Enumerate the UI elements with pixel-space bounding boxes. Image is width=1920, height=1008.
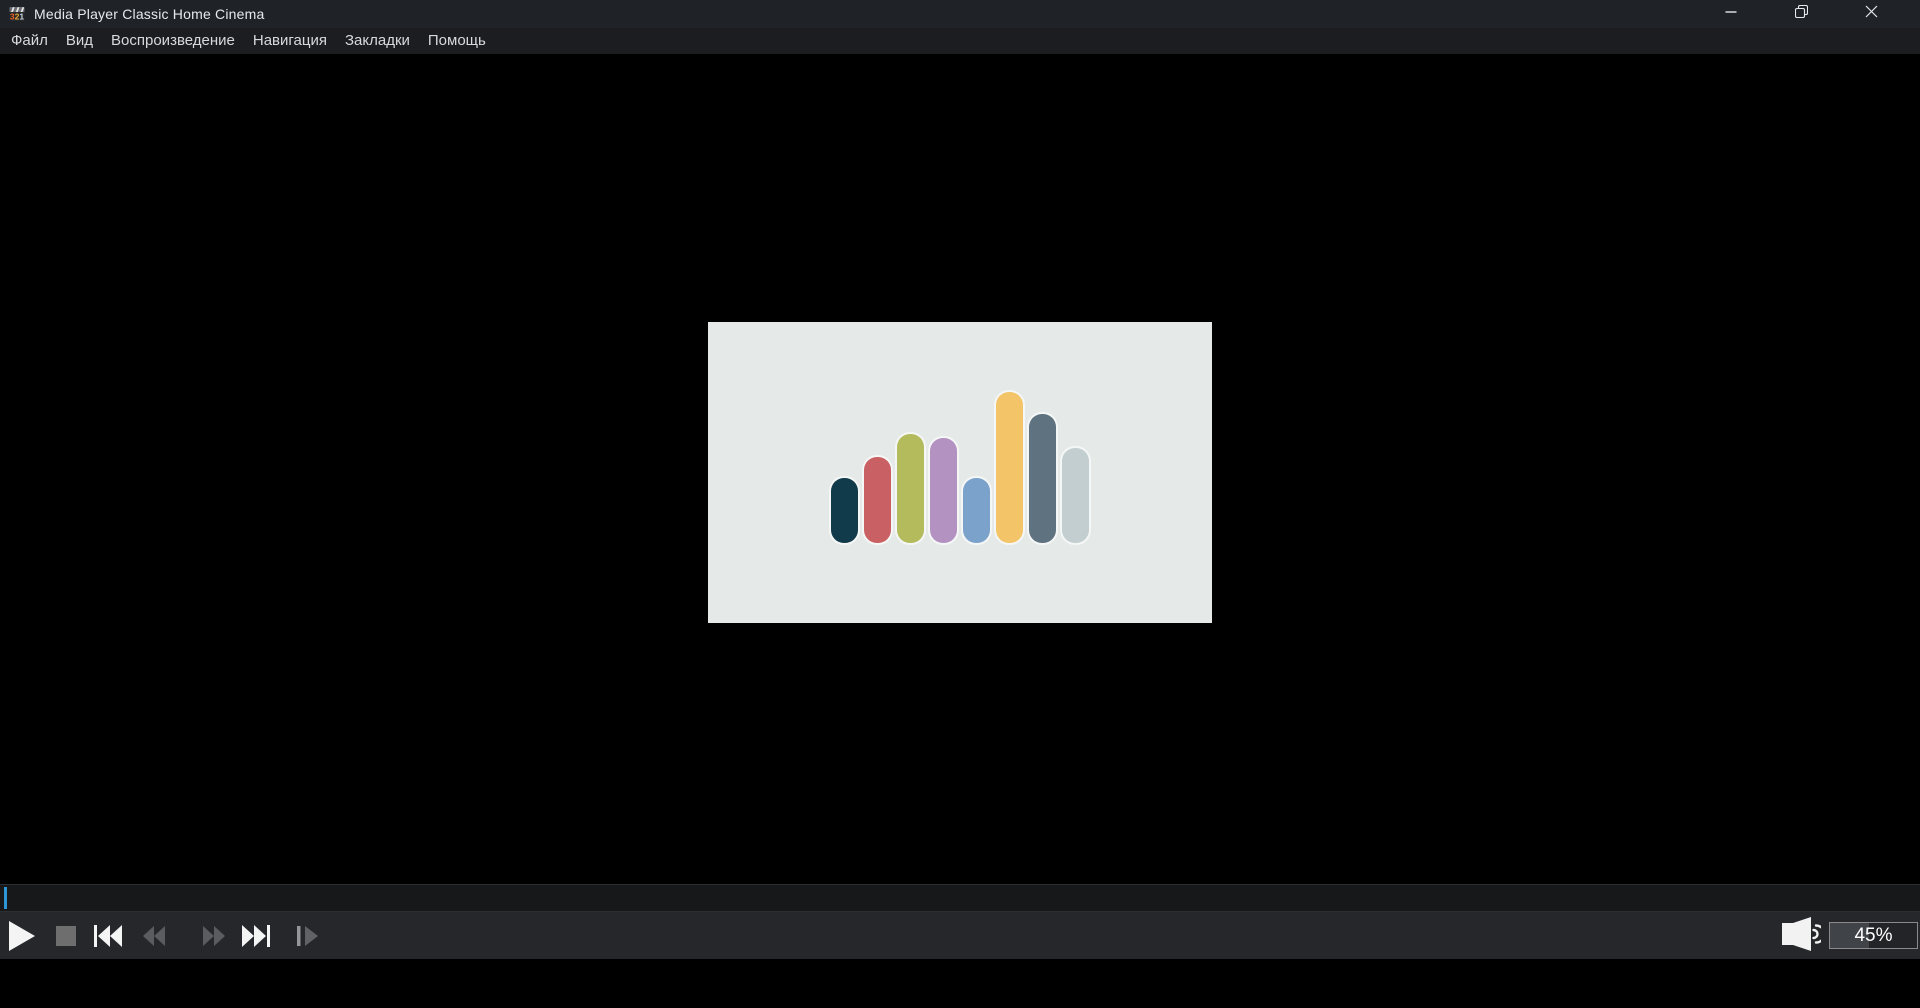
skip-previous-button[interactable] bbox=[94, 925, 122, 947]
svg-text:321: 321 bbox=[10, 12, 24, 22]
play-button[interactable] bbox=[9, 921, 35, 951]
title-bar: 321 Media Player Classic Home Cinema bbox=[0, 0, 1920, 28]
close-icon bbox=[1865, 5, 1878, 23]
menu-item-play[interactable]: Воспроизведение bbox=[102, 28, 244, 54]
frame-step-button[interactable] bbox=[297, 926, 318, 946]
minimize-button[interactable] bbox=[1708, 0, 1754, 28]
restore-button[interactable] bbox=[1778, 0, 1824, 28]
media-bar-dark-teal bbox=[831, 478, 858, 543]
rewind-button[interactable] bbox=[143, 926, 166, 946]
media-bar-olive bbox=[897, 434, 924, 543]
minimize-icon bbox=[1725, 5, 1737, 23]
volume-percent: 45% bbox=[1830, 923, 1917, 948]
close-button[interactable] bbox=[1848, 0, 1894, 28]
rewind-icon bbox=[143, 926, 166, 946]
window-title: Media Player Classic Home Cinema bbox=[34, 6, 264, 22]
media-bar-slate bbox=[1029, 414, 1056, 543]
media-bar-blue bbox=[963, 478, 990, 543]
frame-step-icon bbox=[297, 926, 318, 946]
menu-bar: Файл Вид Воспроизведение Навигация Закла… bbox=[0, 28, 1920, 54]
seek-bar[interactable] bbox=[0, 884, 1920, 912]
skip-next-icon bbox=[242, 925, 270, 947]
skip-next-button[interactable] bbox=[242, 925, 270, 947]
volume-slider[interactable]: 45% bbox=[1829, 922, 1918, 949]
fast-forward-button[interactable] bbox=[203, 926, 226, 946]
window-controls bbox=[1708, 0, 1894, 28]
speaker-icon[interactable] bbox=[1781, 914, 1821, 957]
menu-item-file[interactable]: Файл bbox=[2, 28, 57, 54]
menu-item-help[interactable]: Помощь bbox=[419, 28, 495, 54]
menu-item-favorites[interactable]: Закладки bbox=[336, 28, 419, 54]
video-area[interactable] bbox=[0, 54, 1920, 884]
transport-toolbar: 45% bbox=[0, 912, 1920, 959]
mpc-hc-window: 321 Media Player Classic Home Cinema bbox=[0, 0, 1920, 1008]
album-art bbox=[708, 322, 1212, 623]
media-bar-red bbox=[864, 457, 891, 543]
media-bar-lilac bbox=[930, 438, 957, 543]
menu-item-view[interactable]: Вид bbox=[57, 28, 102, 54]
seek-cursor[interactable] bbox=[4, 887, 7, 909]
app-icon: 321 bbox=[9, 6, 25, 22]
stop-icon bbox=[56, 926, 76, 946]
media-bar-pale-gray bbox=[1062, 448, 1089, 543]
media-bar-amber bbox=[996, 392, 1023, 543]
bottom-strip bbox=[0, 959, 1920, 1008]
stop-button[interactable] bbox=[56, 926, 76, 946]
media-bars bbox=[831, 392, 1089, 543]
fast-forward-icon bbox=[203, 926, 226, 946]
play-icon bbox=[9, 921, 35, 951]
menu-item-navigate[interactable]: Навигация bbox=[244, 28, 336, 54]
volume-controls: 45% bbox=[1781, 914, 1918, 957]
restore-icon bbox=[1795, 5, 1808, 23]
skip-previous-icon bbox=[94, 925, 122, 947]
